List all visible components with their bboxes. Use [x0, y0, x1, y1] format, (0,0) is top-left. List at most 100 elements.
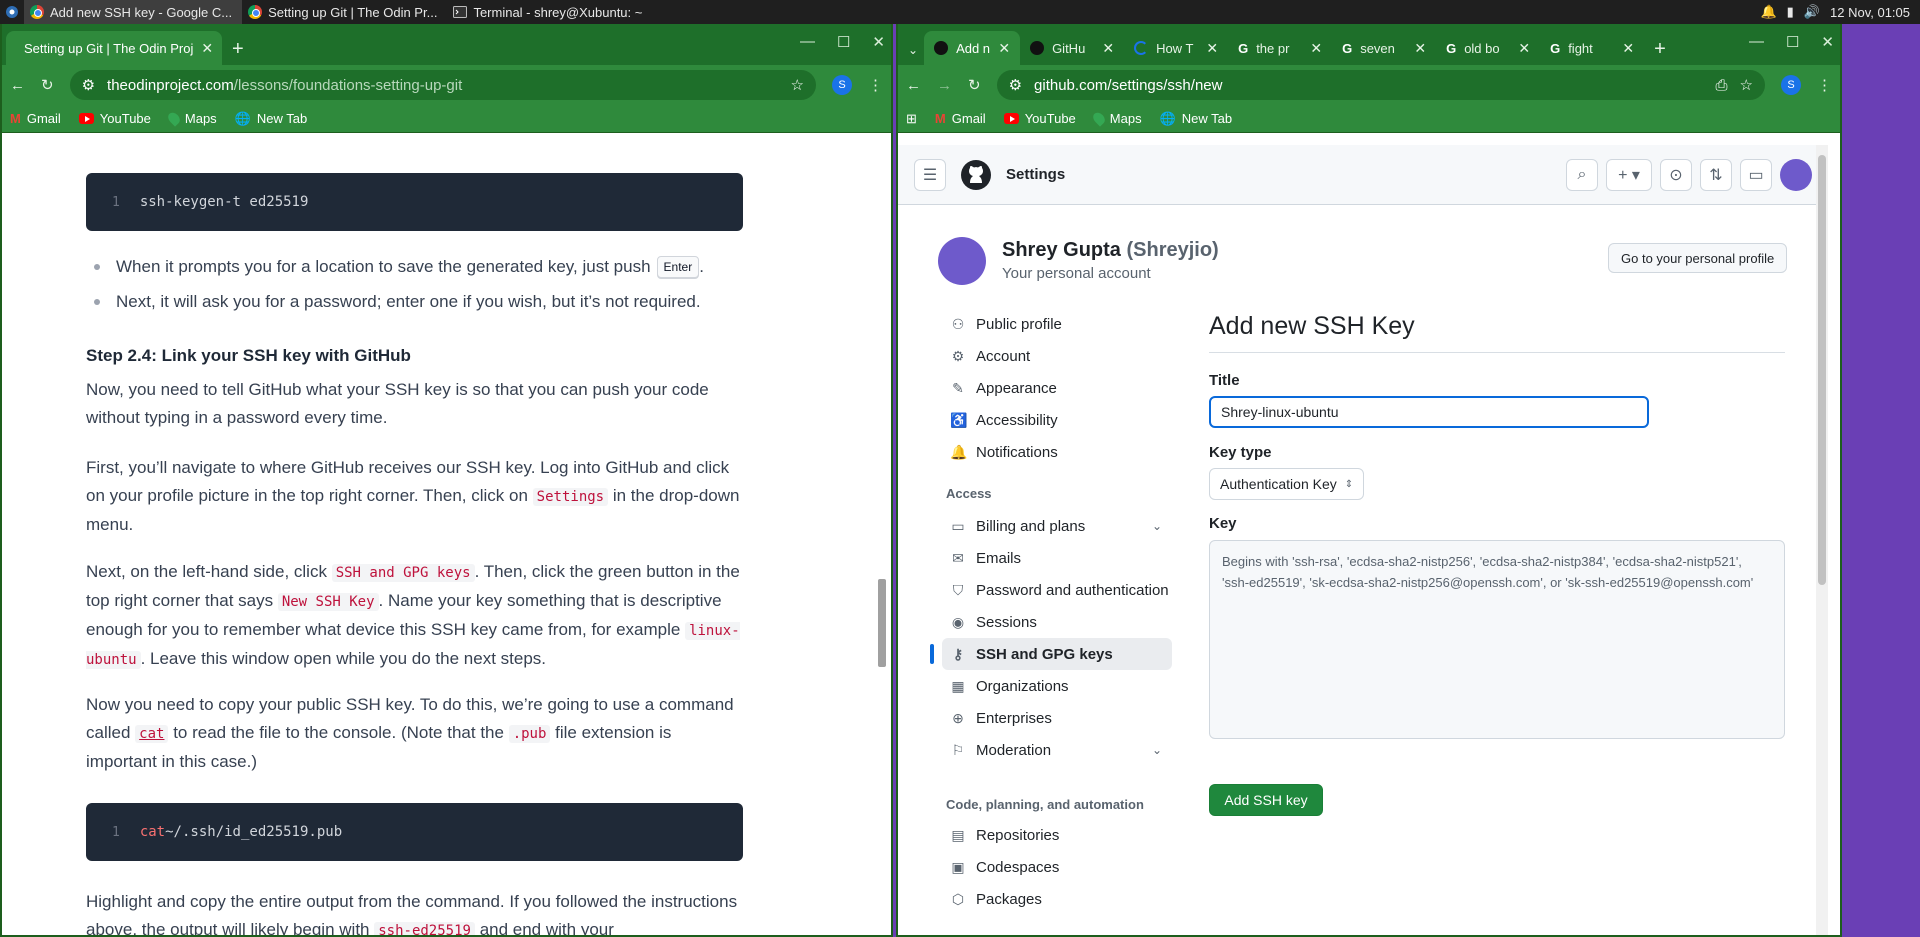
scrollbar-thumb[interactable]: [878, 579, 886, 667]
inline-code-link[interactable]: cat: [135, 725, 169, 743]
add-ssh-key-button[interactable]: Add SSH key: [1209, 784, 1323, 816]
issues-icon[interactable]: ⊙: [1660, 158, 1692, 191]
tab-github[interactable]: GitHu ✕: [1020, 31, 1124, 65]
maximize-icon[interactable]: ☐: [837, 33, 850, 51]
tab-google-search-3[interactable]: G old bo ✕: [1436, 31, 1540, 65]
bookmark-maps[interactable]: Maps: [165, 110, 217, 127]
taskbar-task-github-ssh[interactable]: Add new SSH key - Google C...: [24, 0, 243, 24]
tab-google-search-1[interactable]: G the pr ✕: [1228, 31, 1332, 65]
go-to-profile-button[interactable]: Go to your personal profile: [1608, 243, 1788, 273]
browser-window-odin: Setting up Git | The Odin Proj ✕ + — ☐ ✕…: [0, 24, 893, 937]
github-favicon-icon: [1030, 41, 1045, 55]
nav-label: Moderation: [976, 741, 1052, 759]
tab-odin-setting-up-git[interactable]: Setting up Git | The Odin Proj ✕: [6, 31, 222, 65]
volume-icon[interactable]: 🔊: [1804, 4, 1820, 20]
nav-moderation[interactable]: ⚐ Moderation ⌄: [942, 734, 1172, 766]
close-tab-icon[interactable]: ✕: [1310, 40, 1322, 57]
title-input[interactable]: Shrey-linux-ubuntu: [1209, 396, 1649, 428]
close-tab-icon[interactable]: ✕: [1622, 40, 1634, 57]
code-block-ssh-keygen[interactable]: 1 ssh-keygen -t ed25519: [86, 173, 743, 231]
close-tab-icon[interactable]: ✕: [1518, 40, 1530, 57]
nav-enterprises[interactable]: ⊕ Enterprises: [942, 702, 1172, 734]
code-block-cat-pubkey[interactable]: 1 cat ~/.ssh/id_ed25519.pub: [86, 803, 743, 861]
taskbar-task-terminal[interactable]: Terminal - shrey@Xubuntu: ~: [447, 0, 652, 24]
tab-github-add-ssh[interactable]: Add n ✕: [924, 31, 1021, 65]
kebab-menu-icon[interactable]: ⋮: [868, 76, 883, 94]
nav-appearance[interactable]: ✎ Appearance: [942, 372, 1172, 404]
bookmark-gmail[interactable]: M Gmail: [10, 111, 61, 126]
taskbar-task-odin[interactable]: Setting up Git | The Odin Pr...: [242, 0, 447, 24]
bookmark-youtube[interactable]: YouTube: [1003, 111, 1076, 126]
close-tab-icon[interactable]: ✕: [201, 40, 213, 57]
back-arrow-icon[interactable]: ←: [10, 77, 25, 94]
battery-icon[interactable]: ▮: [1787, 4, 1794, 20]
address-bar[interactable]: ⚙ theodinproject.com/lessons/foundations…: [69, 70, 816, 100]
search-icon[interactable]: ⌕: [1566, 158, 1598, 191]
page-scrollbar[interactable]: [877, 149, 887, 931]
page-scrollbar[interactable]: [1816, 145, 1828, 935]
reload-icon[interactable]: ↻: [41, 76, 54, 94]
bookmark-new-tab[interactable]: 🌐 New Tab: [1160, 111, 1233, 127]
inbox-icon[interactable]: ▭: [1740, 158, 1772, 191]
minimize-icon[interactable]: —: [800, 33, 815, 51]
notification-bell-icon[interactable]: 🔔: [1760, 4, 1776, 20]
tab-google-search-2[interactable]: G seven ✕: [1332, 31, 1436, 65]
new-tab-button[interactable]: +: [1644, 38, 1676, 65]
profile-avatar[interactable]: S: [832, 75, 852, 95]
nav-repositories[interactable]: ▤ Repositories: [942, 819, 1172, 851]
nav-account[interactable]: ⚙ Account: [942, 340, 1172, 372]
bookmark-star-icon[interactable]: ☆: [1740, 76, 1753, 94]
site-info-icon[interactable]: ⚙: [1009, 76, 1022, 94]
nav-codespaces[interactable]: ▣ Codespaces: [942, 851, 1172, 883]
bookmark-new-tab[interactable]: 🌐 New Tab: [235, 111, 308, 127]
xfce-menu-icon[interactable]: [0, 0, 24, 24]
close-window-icon[interactable]: ✕: [872, 33, 885, 51]
close-tab-icon[interactable]: ✕: [1414, 40, 1426, 57]
address-bar[interactable]: ⚙ github.com/settings/ssh/new ⎙ ☆: [996, 70, 1765, 100]
bookmark-youtube[interactable]: YouTube: [78, 111, 151, 126]
nav-ssh-gpg-keys[interactable]: ⚷ SSH and GPG keys: [930, 638, 1172, 670]
key-type-select[interactable]: Authentication Key ⇕: [1209, 468, 1365, 500]
nav-label: Account: [976, 347, 1031, 365]
minimize-icon[interactable]: —: [1749, 33, 1764, 51]
pull-requests-icon[interactable]: ⇅: [1700, 158, 1732, 191]
nav-billing[interactable]: ▭ Billing and plans ⌄: [942, 510, 1172, 542]
new-tab-button[interactable]: +: [222, 38, 254, 65]
apps-grid-icon[interactable]: ⊞: [906, 111, 917, 127]
key-textarea[interactable]: Begins with 'ssh-rsa', 'ecdsa-sha2-nistp…: [1209, 540, 1785, 739]
nav-accessibility[interactable]: ♿ Accessibility: [942, 404, 1172, 436]
forward-arrow-icon[interactable]: →: [937, 77, 952, 94]
nav-password-auth[interactable]: ⛉ Password and authentication: [942, 574, 1172, 606]
site-info-icon[interactable]: ⚙: [82, 76, 95, 94]
close-tab-icon[interactable]: ✕: [1102, 40, 1114, 57]
profile-avatar[interactable]: S: [1781, 75, 1801, 95]
close-tab-icon[interactable]: ✕: [998, 40, 1010, 57]
close-window-icon[interactable]: ✕: [1821, 33, 1834, 51]
maximize-icon[interactable]: ☐: [1786, 33, 1799, 51]
nav-emails[interactable]: ✉ Emails: [942, 542, 1172, 574]
tab-search-chevron-icon[interactable]: ⌄: [902, 43, 924, 65]
code-text: -t ed25519: [224, 194, 309, 210]
reload-icon[interactable]: ↻: [968, 76, 981, 94]
nav-notifications[interactable]: 🔔 Notifications: [942, 436, 1172, 468]
bookmark-gmail[interactable]: M Gmail: [935, 111, 986, 126]
install-app-icon[interactable]: ⎙: [1716, 77, 1728, 94]
tab-google-search-4[interactable]: G fight ✕: [1540, 31, 1644, 65]
close-tab-icon[interactable]: ✕: [1206, 40, 1218, 57]
kebab-menu-icon[interactable]: ⋮: [1817, 76, 1832, 94]
back-arrow-icon[interactable]: ←: [906, 77, 921, 94]
scrollbar-thumb[interactable]: [1818, 155, 1826, 585]
tab-how-to[interactable]: How T ✕: [1124, 31, 1228, 65]
nav-sessions[interactable]: ◉ Sessions: [942, 606, 1172, 638]
user-avatar[interactable]: [1780, 158, 1812, 191]
nav-organizations[interactable]: ▦ Organizations: [942, 670, 1172, 702]
nav-public-profile[interactable]: ⚇ Public profile: [942, 308, 1172, 340]
bookmark-maps[interactable]: Maps: [1090, 110, 1142, 127]
hamburger-menu-icon[interactable]: ☰: [914, 158, 946, 191]
create-new-dropdown-icon[interactable]: + ▾: [1606, 158, 1652, 191]
header-title: Settings: [1006, 166, 1066, 183]
bookmark-star-icon[interactable]: ☆: [791, 76, 804, 94]
nav-packages[interactable]: ⬡ Packages: [942, 883, 1172, 915]
clock[interactable]: 12 Nov, 01:05: [1830, 5, 1910, 20]
github-logo-icon[interactable]: [960, 159, 992, 191]
